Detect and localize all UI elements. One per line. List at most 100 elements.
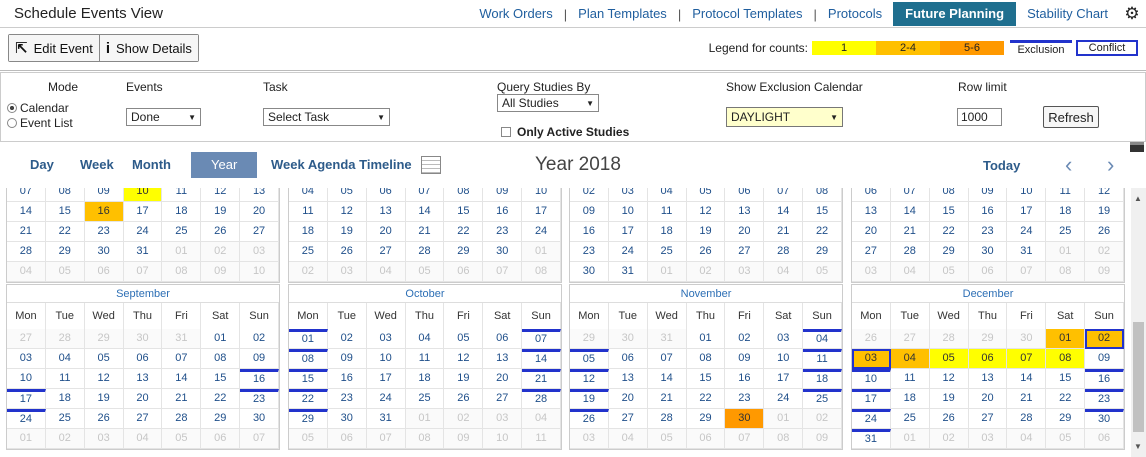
day-cell[interactable]: 18 — [162, 202, 202, 222]
day-cell[interactable]: 16 — [483, 202, 523, 222]
day-cell[interactable]: 03 — [608, 188, 648, 202]
day-cell[interactable]: 24 — [608, 242, 648, 262]
day-cell[interactable]: 16 — [84, 202, 124, 222]
day-cell[interactable]: 02 — [45, 429, 85, 449]
day-cell[interactable]: 05 — [1046, 429, 1086, 449]
day-cell[interactable]: 14 — [405, 202, 445, 222]
day-cell[interactable]: 14 — [7, 202, 46, 222]
day-cell[interactable]: 30 — [84, 242, 124, 262]
month-title[interactable]: September — [7, 285, 279, 303]
day-cell[interactable]: 11 — [890, 369, 930, 389]
day-cell[interactable]: 24 — [7, 409, 46, 429]
day-cell[interactable]: 19 — [1085, 202, 1124, 222]
day-cell[interactable]: 04 — [890, 262, 930, 282]
day-cell[interactable]: 17 — [608, 222, 648, 242]
day-cell[interactable]: 07 — [162, 349, 202, 369]
day-cell[interactable]: 28 — [764, 242, 804, 262]
day-cell[interactable]: 28 — [522, 389, 561, 409]
day-cell[interactable]: 07 — [647, 349, 687, 369]
day-cell[interactable]: 10 — [522, 188, 561, 202]
day-cell[interactable]: 04 — [647, 188, 687, 202]
day-cell[interactable]: 26 — [570, 409, 609, 429]
day-cell[interactable]: 09 — [570, 202, 609, 222]
day-cell[interactable]: 30 — [725, 409, 765, 429]
day-cell[interactable]: 18 — [405, 369, 445, 389]
day-cell[interactable]: 01 — [201, 329, 241, 349]
day-cell[interactable]: 19 — [686, 222, 726, 242]
day-cell[interactable]: 25 — [162, 222, 202, 242]
day-cell[interactable]: 01 — [890, 429, 930, 449]
day-cell[interactable]: 26 — [444, 389, 484, 409]
day-cell[interactable]: 05 — [570, 349, 609, 369]
day-cell[interactable]: 12 — [686, 202, 726, 222]
day-cell[interactable]: 05 — [686, 188, 726, 202]
day-cell[interactable]: 08 — [201, 349, 241, 369]
day-cell[interactable]: 03 — [366, 329, 406, 349]
day-cell[interactable]: 16 — [327, 369, 367, 389]
day-cell[interactable]: 01 — [764, 409, 804, 429]
chevron-right-icon[interactable]: › — [1107, 152, 1114, 178]
day-cell[interactable]: 11 — [289, 202, 328, 222]
day-cell[interactable]: 05 — [803, 262, 842, 282]
day-cell[interactable]: 03 — [327, 262, 367, 282]
day-cell[interactable]: 26 — [201, 222, 241, 242]
day-cell[interactable]: 27 — [852, 242, 891, 262]
day-cell[interactable]: 24 — [1007, 222, 1047, 242]
day-cell[interactable]: 04 — [7, 262, 46, 282]
day-cell[interactable]: 27 — [725, 242, 765, 262]
day-cell[interactable]: 21 — [7, 222, 46, 242]
gear-icon[interactable]: ⚙ — [1121, 3, 1143, 25]
day-cell[interactable]: 24 — [852, 409, 891, 429]
day-cell[interactable]: 12 — [929, 369, 969, 389]
day-cell[interactable]: 27 — [7, 329, 46, 349]
day-cell[interactable]: 04 — [608, 429, 648, 449]
edit-event-button[interactable]: ⇱ Edit Event — [9, 35, 99, 61]
day-cell[interactable]: 26 — [852, 329, 891, 349]
day-cell[interactable]: 06 — [1085, 429, 1124, 449]
day-cell[interactable]: 29 — [1046, 409, 1086, 429]
day-cell[interactable]: 10 — [240, 262, 279, 282]
day-cell[interactable]: 26 — [327, 242, 367, 262]
day-cell[interactable]: 13 — [240, 188, 279, 202]
day-cell[interactable]: 06 — [366, 188, 406, 202]
day-cell[interactable]: 02 — [725, 329, 765, 349]
day-cell[interactable]: 31 — [647, 329, 687, 349]
day-cell[interactable]: 28 — [647, 409, 687, 429]
day-cell[interactable]: 08 — [162, 262, 202, 282]
day-cell[interactable]: 12 — [1085, 188, 1124, 202]
day-cell[interactable]: 29 — [45, 242, 85, 262]
day-cell[interactable]: 05 — [162, 429, 202, 449]
day-cell[interactable]: 06 — [852, 188, 891, 202]
day-cell[interactable]: 07 — [123, 262, 163, 282]
view-year-button[interactable]: Year — [191, 152, 258, 178]
day-cell[interactable]: 03 — [7, 349, 46, 369]
day-cell[interactable]: 23 — [84, 222, 124, 242]
day-cell[interactable]: 09 — [1085, 349, 1124, 369]
day-cell[interactable]: 10 — [483, 429, 523, 449]
day-cell[interactable]: 06 — [608, 349, 648, 369]
day-cell[interactable]: 25 — [405, 389, 445, 409]
day-cell[interactable]: 15 — [444, 202, 484, 222]
day-cell[interactable]: 13 — [725, 202, 765, 222]
day-cell[interactable]: 12 — [444, 349, 484, 369]
day-cell[interactable]: 01 — [1046, 242, 1086, 262]
day-cell[interactable]: 29 — [968, 329, 1008, 349]
day-cell[interactable]: 01 — [7, 429, 46, 449]
day-cell[interactable]: 13 — [366, 202, 406, 222]
day-cell[interactable]: 05 — [84, 349, 124, 369]
calendar-icon[interactable] — [421, 156, 441, 174]
day-cell[interactable]: 09 — [444, 429, 484, 449]
day-cell[interactable]: 22 — [803, 222, 842, 242]
day-cell[interactable]: 29 — [570, 329, 609, 349]
scroll-down-icon[interactable]: ▼ — [1134, 442, 1142, 451]
day-cell[interactable]: 27 — [366, 242, 406, 262]
only-active-studies-checkbox[interactable]: Only Active Studies — [501, 125, 629, 139]
day-cell[interactable]: 31 — [162, 329, 202, 349]
day-cell[interactable]: 15 — [686, 369, 726, 389]
day-cell[interactable]: 26 — [1085, 222, 1124, 242]
day-cell[interactable]: 17 — [1007, 202, 1047, 222]
month-title[interactable]: October — [289, 285, 561, 303]
day-cell[interactable]: 23 — [725, 389, 765, 409]
mode-event-list-radio[interactable]: Event List — [7, 116, 73, 130]
day-cell[interactable]: 21 — [162, 389, 202, 409]
